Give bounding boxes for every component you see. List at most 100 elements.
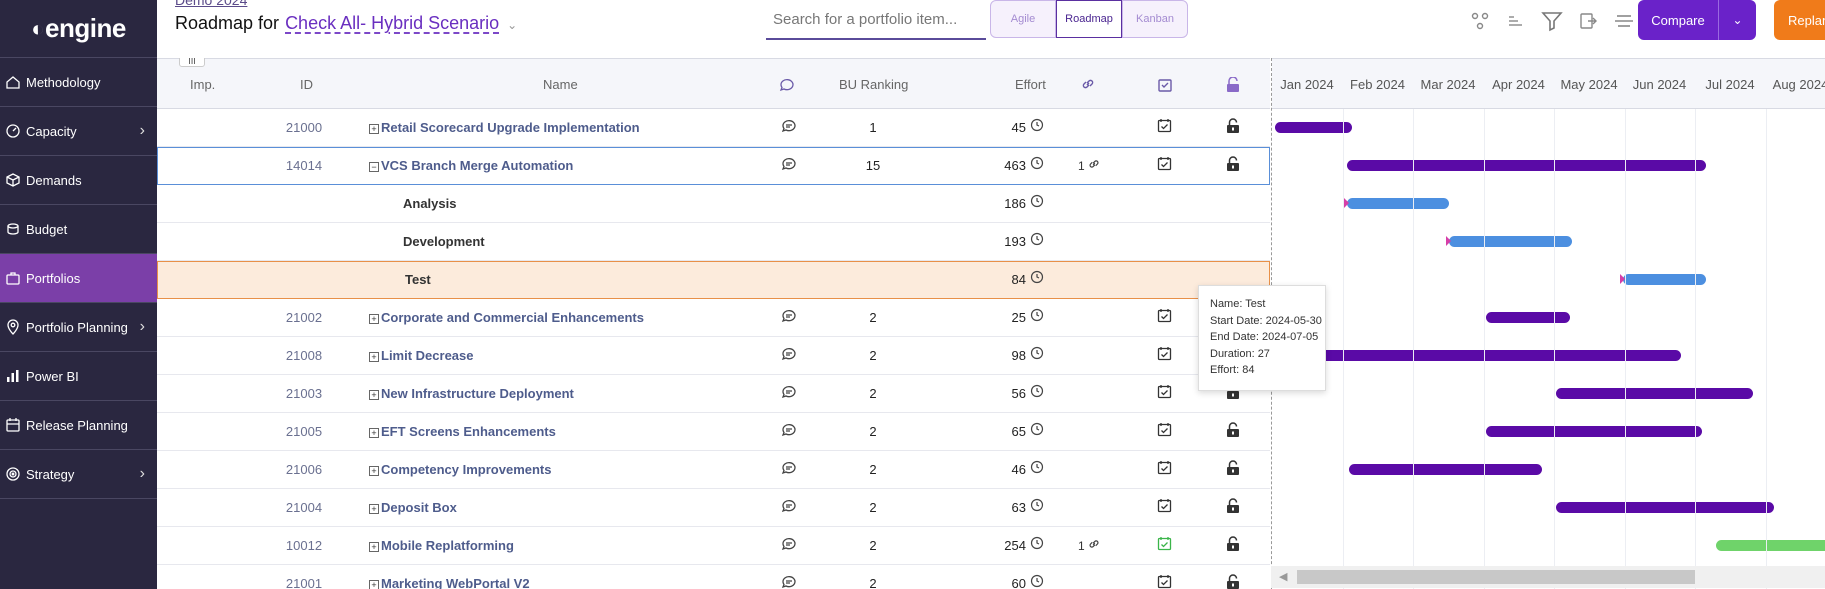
- table-row[interactable]: 21008 + Limit Decrease 2 98: [157, 337, 1270, 375]
- clock-icon[interactable]: [1030, 194, 1044, 211]
- lock-icon[interactable]: [1226, 118, 1240, 136]
- table-row[interactable]: 21006 + Competency Improvements 2 46: [157, 451, 1270, 489]
- sidebar-item-release-planning[interactable]: Release Planning: [0, 401, 157, 450]
- sidebar-item-strategy[interactable]: Strategy ›: [0, 450, 157, 499]
- sidebar-item-budget[interactable]: Budget: [0, 205, 157, 254]
- row-name[interactable]: + New Infrastructure Deployment: [369, 386, 574, 401]
- gantt-bar[interactable]: [1486, 312, 1570, 323]
- row-name[interactable]: + Mobile Replatforming: [369, 538, 514, 553]
- table-row[interactable]: 10012 + Mobile Replatforming 2 254 1: [157, 527, 1270, 565]
- col-id[interactable]: ID: [300, 77, 313, 92]
- table-row[interactable]: 21004 + Deposit Box 2 63: [157, 489, 1270, 527]
- table-row[interactable]: 21005 + EFT Screens Enhancements 2 65: [157, 413, 1270, 451]
- replan-button[interactable]: Replan: [1774, 0, 1825, 40]
- phase-row[interactable]: Test 84: [157, 261, 1270, 299]
- checklist-icon[interactable]: [1157, 574, 1172, 589]
- expand-icon[interactable]: +: [369, 579, 379, 589]
- expand-icon[interactable]: +: [369, 123, 379, 134]
- col-effort[interactable]: Effort: [1015, 77, 1046, 92]
- comment-icon[interactable]: [781, 498, 797, 517]
- col-comments-icon[interactable]: [779, 77, 795, 96]
- col-name[interactable]: Name: [543, 77, 578, 92]
- sidebar-item-portfolios[interactable]: Portfolios: [0, 254, 157, 303]
- chevron-right-icon[interactable]: ›: [140, 122, 145, 140]
- col-bu-ranking[interactable]: BU Ranking: [839, 77, 908, 92]
- gantt-bar[interactable]: [1486, 426, 1702, 437]
- sidebar-item-power-bi[interactable]: Power BI: [0, 352, 157, 401]
- checklist-icon[interactable]: [1157, 308, 1172, 326]
- scenario-selector[interactable]: Check All- Hybrid Scenario: [285, 13, 499, 33]
- sidebar-item-demands[interactable]: Demands: [0, 156, 157, 205]
- lock-icon[interactable]: [1226, 460, 1240, 478]
- expand-icon[interactable]: +: [369, 427, 379, 438]
- gantt-bar[interactable]: [1555, 502, 1774, 513]
- scroll-left-icon[interactable]: ◀: [1279, 570, 1287, 583]
- phase-row[interactable]: Development 193: [157, 223, 1270, 261]
- checklist-icon[interactable]: [1157, 536, 1172, 554]
- dependency-link[interactable]: 1: [1078, 538, 1100, 553]
- expand-icon[interactable]: +: [369, 313, 379, 324]
- breadcrumb[interactable]: Demo 2024: [175, 0, 247, 8]
- compare-dropdown-icon[interactable]: ⌄: [1719, 13, 1756, 27]
- clock-icon[interactable]: [1030, 422, 1044, 439]
- expand-icon[interactable]: +: [369, 465, 379, 476]
- lock-icon[interactable]: [1226, 574, 1240, 589]
- view-roadmap-button[interactable]: Roadmap: [1056, 0, 1122, 38]
- row-name[interactable]: + Limit Decrease: [369, 348, 474, 363]
- table-row[interactable]: 21000 + Retail Scorecard Upgrade Implement…: [157, 109, 1270, 147]
- view-agile-button[interactable]: Agile: [990, 0, 1056, 38]
- expand-icon[interactable]: +: [369, 389, 379, 400]
- comment-icon[interactable]: [781, 156, 797, 175]
- row-name[interactable]: + Competency Improvements: [369, 462, 552, 477]
- clock-icon[interactable]: [1030, 156, 1044, 173]
- app-logo[interactable]: ◐ engine: [0, 0, 157, 58]
- lock-icon[interactable]: [1226, 156, 1240, 174]
- horizontal-scrollbar[interactable]: ◀: [1271, 566, 1825, 588]
- clock-icon[interactable]: [1030, 460, 1044, 477]
- checklist-icon[interactable]: [1157, 346, 1172, 364]
- checklist-icon[interactable]: [1157, 156, 1172, 174]
- table-row[interactable]: 21001 + Marketing WebPortal V2 2 60: [157, 565, 1270, 589]
- col-lock-icon[interactable]: [1226, 76, 1240, 96]
- chevron-right-icon[interactable]: ›: [140, 465, 145, 483]
- checklist-icon[interactable]: [1157, 384, 1172, 402]
- gantt-bar[interactable]: [1555, 388, 1753, 399]
- compare-button[interactable]: Compare ⌄: [1638, 0, 1756, 40]
- phase-name[interactable]: Analysis: [403, 196, 456, 211]
- filter-icon[interactable]: [1539, 8, 1565, 34]
- col-link-icon[interactable]: [1081, 77, 1095, 94]
- comment-icon[interactable]: [781, 574, 797, 589]
- row-name[interactable]: + Marketing WebPortal V2: [369, 576, 530, 589]
- gantt-bar[interactable]: [1346, 160, 1707, 171]
- comment-icon[interactable]: [781, 460, 797, 479]
- row-name[interactable]: + EFT Screens Enhancements: [369, 424, 556, 439]
- checklist-icon[interactable]: [1157, 118, 1172, 136]
- checklist-icon[interactable]: [1157, 422, 1172, 440]
- comment-icon[interactable]: [781, 346, 797, 365]
- lock-icon[interactable]: [1226, 422, 1240, 440]
- expand-icon[interactable]: +: [369, 503, 379, 514]
- view-kanban-button[interactable]: Kanban: [1122, 0, 1188, 38]
- gantt-bar[interactable]: [1349, 464, 1542, 475]
- phase-bar[interactable]: [1343, 198, 1449, 209]
- comment-icon[interactable]: [781, 422, 797, 441]
- clock-icon[interactable]: [1030, 574, 1044, 589]
- table-row[interactable]: 14014 − VCS Branch Merge Automation 15 463 1: [157, 147, 1270, 185]
- row-name[interactable]: + Retail Scorecard Upgrade Implementation: [369, 120, 640, 135]
- phase-name[interactable]: Test: [405, 272, 431, 287]
- row-name[interactable]: + Corporate and Commercial Enhancements: [369, 310, 644, 325]
- expand-icon[interactable]: +: [369, 541, 379, 552]
- clock-icon[interactable]: [1030, 498, 1044, 515]
- phase-row[interactable]: Analysis 186: [157, 185, 1270, 223]
- clock-icon[interactable]: [1030, 384, 1044, 401]
- gantt-bar[interactable]: [1316, 350, 1681, 361]
- scrollbar-thumb[interactable]: [1297, 570, 1695, 584]
- clock-icon[interactable]: [1030, 232, 1044, 249]
- phase-bar[interactable]: [1619, 274, 1707, 285]
- lock-icon[interactable]: [1226, 498, 1240, 516]
- lock-icon[interactable]: [1226, 536, 1240, 554]
- search-input[interactable]: [766, 0, 986, 40]
- gantt-bar[interactable]: [1715, 540, 1825, 551]
- export-icon[interactable]: [1575, 8, 1601, 34]
- phase-name[interactable]: Development: [403, 234, 485, 249]
